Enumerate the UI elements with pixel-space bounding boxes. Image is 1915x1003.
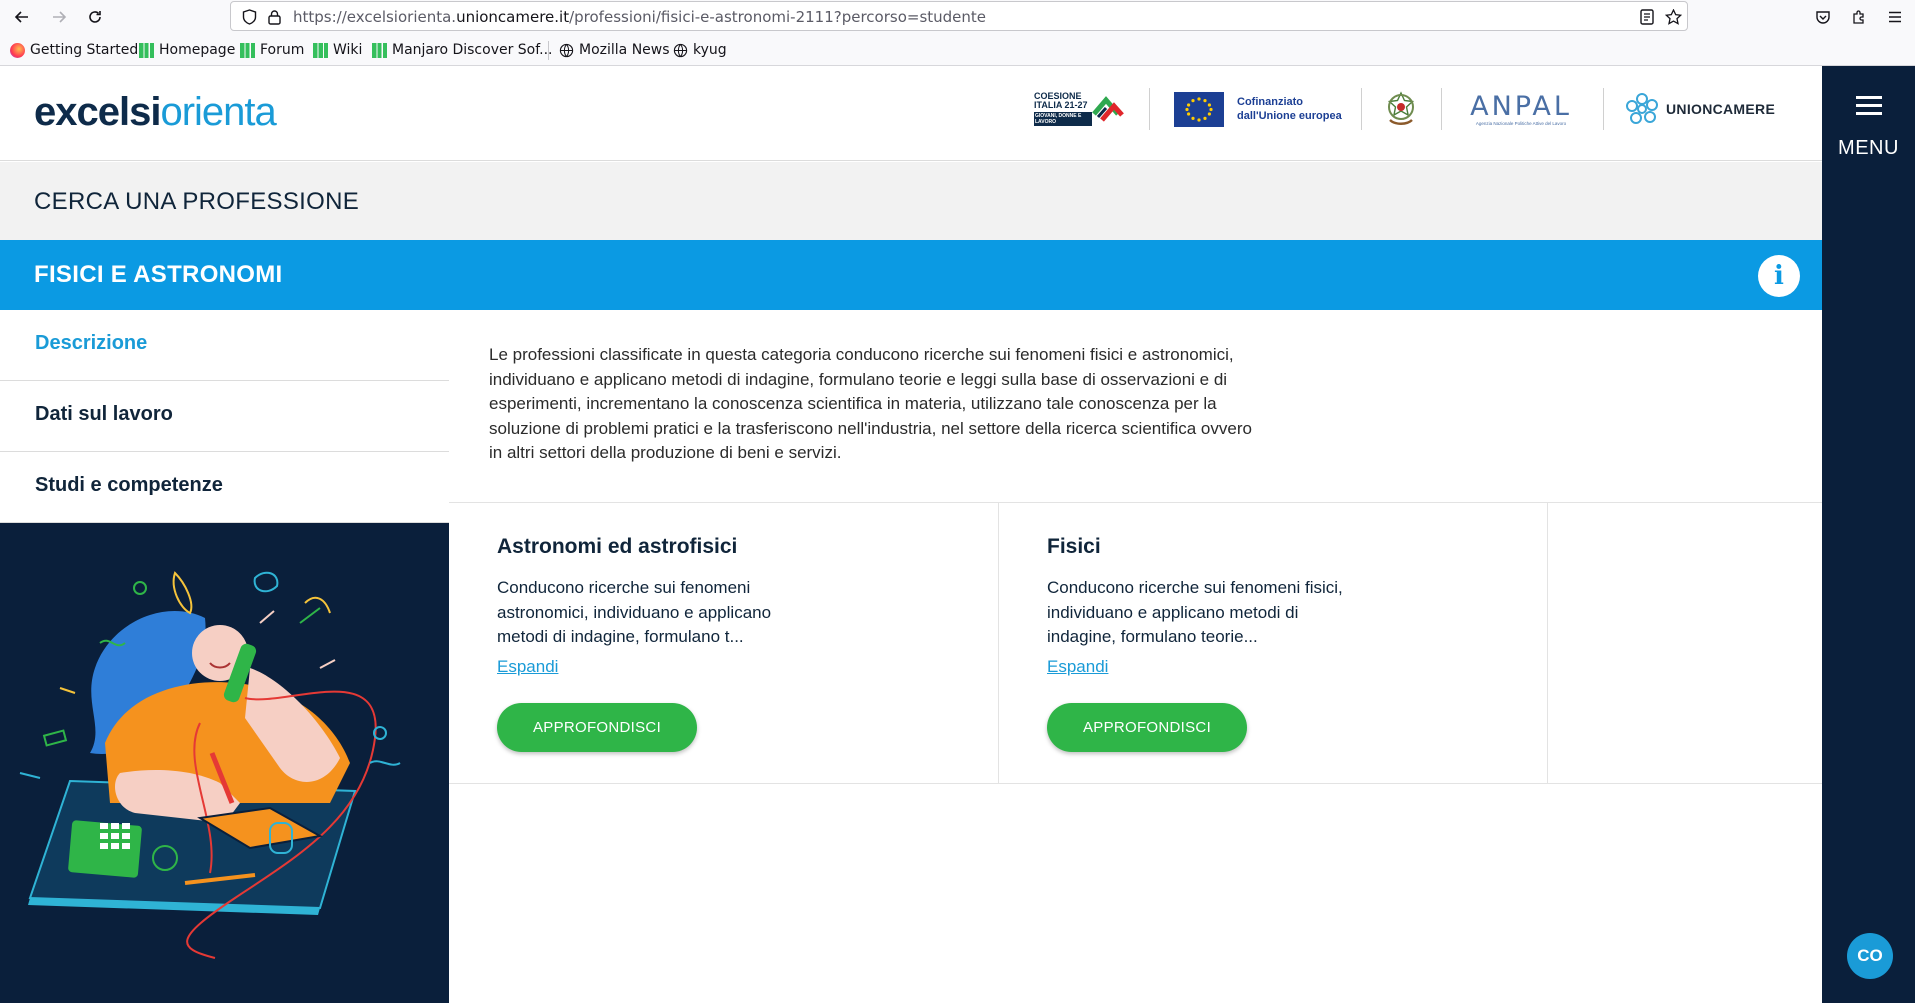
reload-button[interactable] xyxy=(82,4,108,30)
expand-link[interactable]: Espandi xyxy=(497,657,558,677)
app-menu-button[interactable] xyxy=(1882,4,1908,30)
bookmark-getting-started[interactable]: Getting Started xyxy=(10,42,138,58)
forward-button[interactable] xyxy=(46,4,72,30)
browser-toolbar: https://excelsiorienta.unioncamere.it/pr… xyxy=(0,0,1915,34)
profession-description: Le professioni classificate in questa ca… xyxy=(489,345,1252,462)
search-profession-title[interactable]: CERCA UNA PROFESSIONE xyxy=(34,188,359,216)
menu-sidebar[interactable]: MENU CO xyxy=(1822,66,1915,1003)
card-empty xyxy=(1547,503,1822,783)
partner-divider xyxy=(1361,88,1362,130)
pocket-icon xyxy=(1816,11,1830,24)
bookmark-kyug[interactable]: kyug xyxy=(673,42,727,58)
bookmark-manjaro-discover[interactable]: Manjaro Discover Sof... xyxy=(372,42,553,58)
menu-hamburger-icon[interactable] xyxy=(1856,96,1882,120)
card-astronomi: Astronomi ed astrofisici Conducono ricer… xyxy=(449,503,998,783)
scientist-illustration xyxy=(0,523,449,1003)
eu-cofinanced-logo: Cofinanziato dall'Unione europea xyxy=(1174,86,1342,132)
site-header: excelsiorienta COESIONE ITALIA 21-27 GIO… xyxy=(0,66,1822,161)
card-title: Fisici xyxy=(1047,535,1101,558)
approfondisci-button[interactable]: APPROFONDISCI xyxy=(497,703,697,752)
url-bar[interactable]: https://excelsiorienta.unioncamere.it/pr… xyxy=(230,1,1688,31)
subprofession-cards: Astronomi ed astrofisici Conducono ricer… xyxy=(449,502,1822,784)
bookmarks-bar: Getting Started Homepage Forum Wiki Manj… xyxy=(0,34,1915,66)
tab-label: Dati sul lavoro xyxy=(35,403,173,425)
firefox-icon xyxy=(10,42,25,58)
tab-label: Descrizione xyxy=(35,332,148,354)
profession-title-band: FISICI E ASTRONOMI i xyxy=(0,240,1822,310)
globe-icon xyxy=(673,43,688,57)
partner-divider xyxy=(1441,88,1442,130)
partner-divider xyxy=(1603,88,1604,130)
reload-icon xyxy=(89,11,101,23)
bookmark-mozilla-news[interactable]: Mozilla News xyxy=(559,42,670,58)
tab-label: Studi e competenze xyxy=(35,474,223,496)
back-button[interactable] xyxy=(9,4,35,30)
coesione-arrows-icon xyxy=(1092,96,1124,122)
manjaro-icon xyxy=(240,42,255,58)
arrow-left-icon xyxy=(14,11,28,23)
manjaro-icon xyxy=(313,42,328,58)
unioncamere-emblem-icon xyxy=(1626,93,1658,124)
partner-divider xyxy=(1149,88,1150,130)
approfondisci-button[interactable]: APPROFONDISCI xyxy=(1047,703,1247,752)
republic-emblem-icon xyxy=(1387,91,1415,125)
pocket-button[interactable] xyxy=(1810,4,1836,30)
bookmarks-separator xyxy=(548,41,549,60)
tab-studi-e-competenze[interactable]: Studi e competenze xyxy=(0,452,449,523)
expand-link[interactable]: Espandi xyxy=(1047,657,1108,677)
hamburger-icon xyxy=(1889,11,1901,23)
bookmark-wiki[interactable]: Wiki xyxy=(313,42,362,58)
search-profession-band: CERCA UNA PROFESSIONE xyxy=(0,162,1822,240)
card-title: Astronomi ed astrofisici xyxy=(497,535,738,558)
url-text[interactable]: https://excelsiorienta.unioncamere.it/pr… xyxy=(293,8,986,26)
bookmark-homepage[interactable]: Homepage xyxy=(139,42,235,58)
card-text: Conducono ricerche sui fenomeni fisici, … xyxy=(1047,578,1343,646)
puzzle-icon xyxy=(1853,10,1864,24)
menu-label[interactable]: MENU xyxy=(1822,137,1915,160)
reader-view-icon[interactable] xyxy=(1637,7,1657,27)
card-text: Conducono ricerche sui fenomeni astronom… xyxy=(497,578,772,646)
arrow-right-icon xyxy=(53,11,67,23)
chat-button[interactable]: CO xyxy=(1847,933,1893,979)
card-fisici: Fisici Conducono ricerche sui fenomeni f… xyxy=(998,503,1547,783)
tab-dati-sul-lavoro[interactable]: Dati sul lavoro xyxy=(0,381,449,452)
anpal-logo: ANPAL Agenzia Nazionale Politiche Attive… xyxy=(1470,90,1572,126)
info-button[interactable]: i xyxy=(1758,255,1800,297)
coesione-italia-logo: COESIONE ITALIA 21-27 GIOVANI, DONNE E L… xyxy=(1034,86,1129,132)
italian-republic-emblem xyxy=(1384,86,1418,132)
excelsiorienta-logo[interactable]: excelsiorienta xyxy=(34,90,277,135)
eu-flag-icon xyxy=(1174,91,1224,127)
lock-icon[interactable] xyxy=(264,7,284,27)
globe-icon xyxy=(559,43,574,57)
manjaro-icon xyxy=(372,42,387,58)
tracking-shield-icon[interactable] xyxy=(239,7,259,27)
unioncamere-logo: UNIONCAMERE xyxy=(1624,86,1775,132)
bookmark-star-icon[interactable] xyxy=(1663,7,1683,27)
manjaro-icon xyxy=(139,42,154,58)
bookmark-forum[interactable]: Forum xyxy=(240,42,304,58)
left-column: Descrizione Dati sul lavoro Studi e comp… xyxy=(0,310,449,1003)
extensions-button[interactable] xyxy=(1846,4,1872,30)
scientist-at-desk-illustration xyxy=(19,571,401,959)
tab-descrizione[interactable]: Descrizione xyxy=(0,310,449,381)
profession-title: FISICI E ASTRONOMI xyxy=(34,261,283,288)
